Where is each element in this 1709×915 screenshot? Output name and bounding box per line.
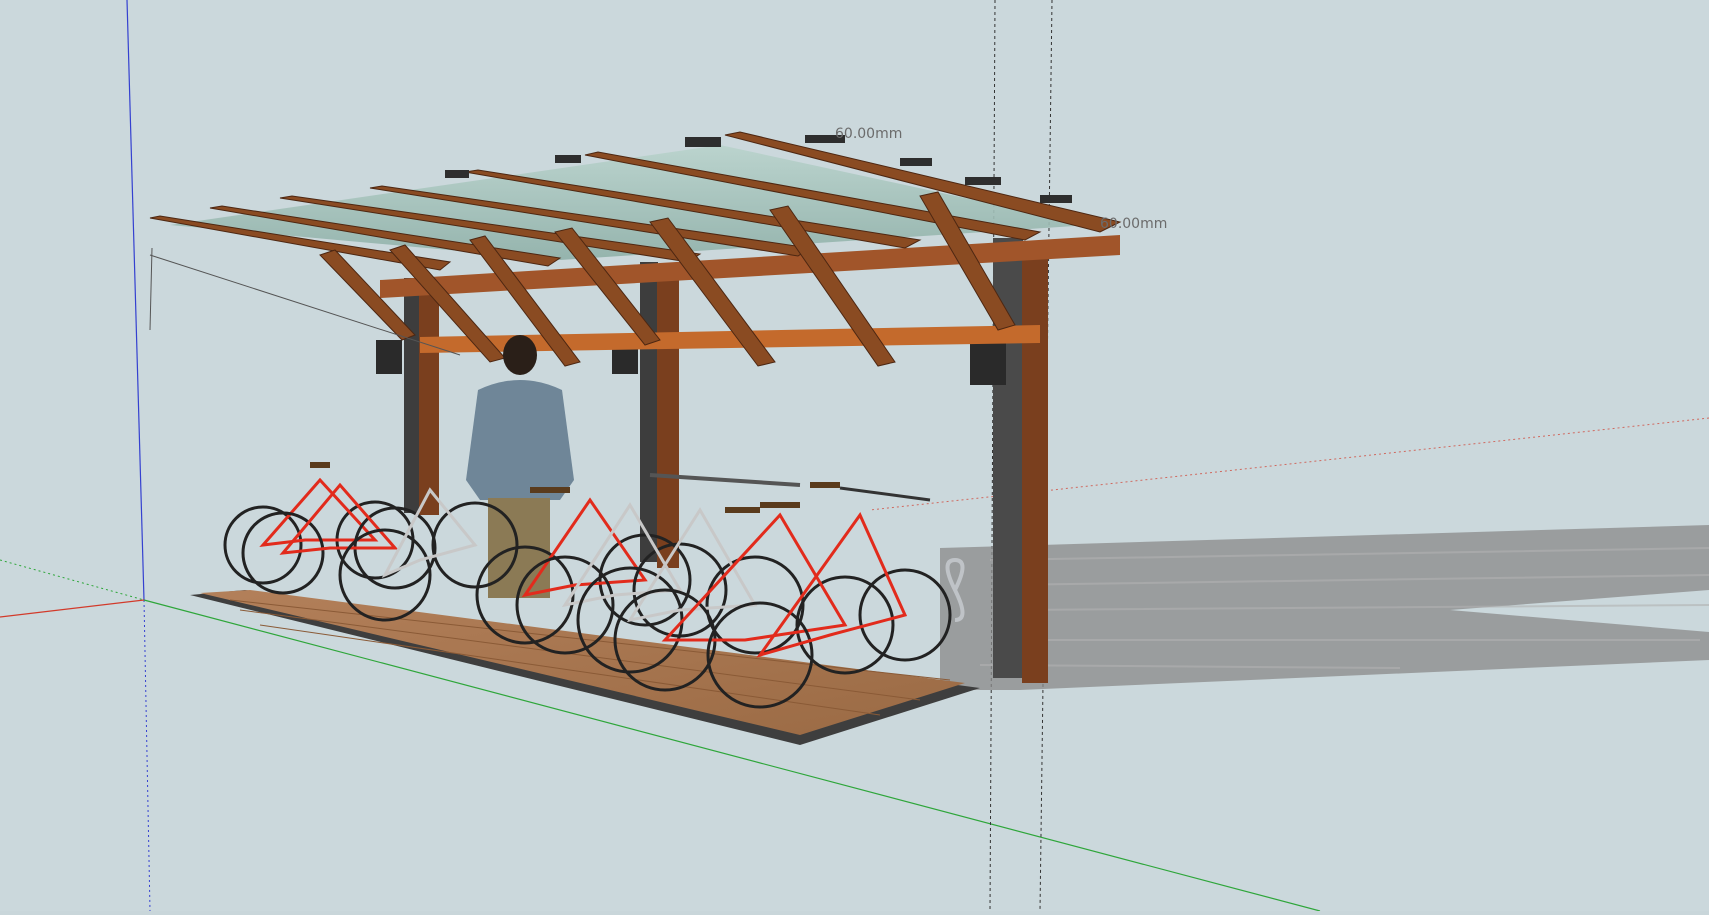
- blue-axis: [126, 0, 145, 601]
- blue-axis-dotted: [143, 599, 151, 912]
- green-axis-dotted: [0, 559, 145, 601]
- bicycle-1: [223, 462, 415, 585]
- ground-shadow: [940, 525, 1709, 690]
- sketchup-viewport[interactable]: 60.00mm 60.00mm: [0, 0, 1709, 912]
- red-axis: [0, 599, 145, 618]
- dimension-top: 60.00mm: [835, 126, 902, 142]
- dimension-side: 60.00mm: [1100, 216, 1167, 232]
- scene-canvas[interactable]: 60.00mm 60.00mm: [0, 0, 1709, 912]
